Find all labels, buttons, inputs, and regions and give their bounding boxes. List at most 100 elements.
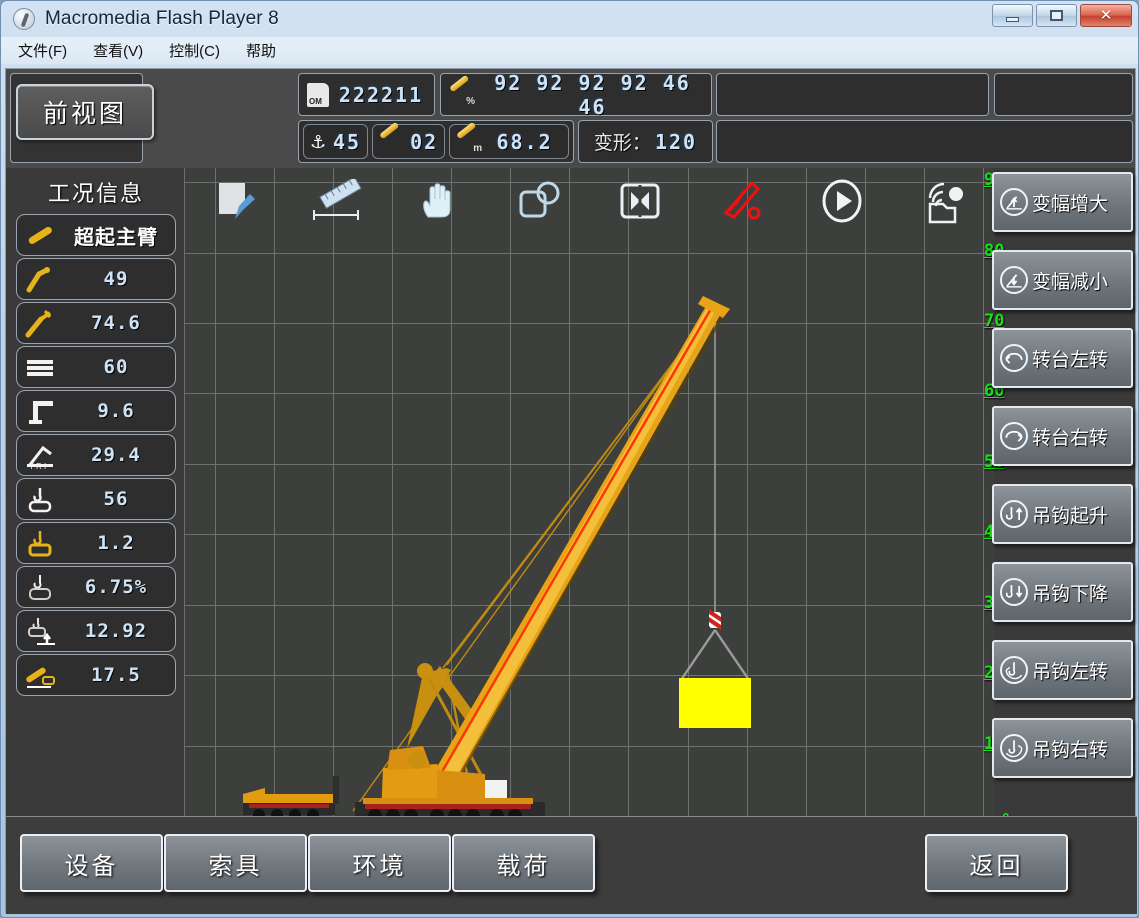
- canvas-toolbar: [185, 170, 994, 232]
- hook-right-icon: [1000, 734, 1028, 762]
- bottom-button-设备[interactable]: 设备: [20, 834, 163, 892]
- menu-item-view[interactable]: 查看(V): [90, 39, 146, 62]
- percent-values: 92 92 92 92 46 46: [482, 71, 703, 119]
- hoist-down-icon: [1002, 578, 1026, 606]
- deformation-panel: 变形： 120: [578, 120, 713, 163]
- sidebar-item-9[interactable]: 12.92: [16, 610, 176, 652]
- hook-icon: ⚓: [310, 131, 328, 153]
- menu-item-file[interactable]: 文件(F): [15, 39, 70, 62]
- simulation-canvas[interactable]: [184, 168, 994, 816]
- radius-icon: [23, 660, 57, 690]
- sidebar-item-6[interactable]: 56: [16, 478, 176, 520]
- sidebar-item-10[interactable]: 17.5: [16, 654, 176, 696]
- bottom-button-bar: 设备 索具 环境载荷 返回: [6, 816, 1137, 914]
- control-button-label: 转台右转: [1032, 423, 1108, 450]
- hook-block-icon: [23, 528, 57, 558]
- main-area: 工况信息 超起主臂 49 74.6 609.6 T R I 29.4 56 1.2 6.75% 1…: [6, 168, 1137, 816]
- sidebar-item-value: 49: [63, 268, 169, 290]
- boom-icon: [23, 220, 57, 250]
- control-button-label: 变幅增大: [1032, 189, 1108, 216]
- menu-item-help[interactable]: 帮助: [243, 39, 279, 62]
- deformation-label: 变形：: [594, 128, 651, 155]
- sidebar-item-3[interactable]: 60: [16, 346, 176, 388]
- front-view-button[interactable]: 前视图: [16, 84, 154, 140]
- jib-icon: [23, 308, 57, 338]
- lift-height-icon: [23, 616, 57, 646]
- sidebar-item-value: 74.6: [63, 312, 169, 334]
- boom-readout-panel: ⚓ 45 02 m 68.2: [298, 120, 574, 163]
- front-view-label: 前视图: [43, 94, 127, 130]
- hook-load-icon: [23, 484, 57, 514]
- ruler-icon: [306, 179, 368, 223]
- hoist-up-icon: [1002, 500, 1026, 528]
- fit-screen-tool[interactable]: [589, 180, 690, 222]
- control-button-吊钩左转[interactable]: 吊钩左转: [992, 640, 1133, 700]
- sidebar-title: 工况信息: [16, 174, 176, 214]
- wireless-icon: [920, 178, 966, 224]
- maximize-icon[interactable]: [1036, 4, 1077, 27]
- crane-drawing: [185, 168, 994, 816]
- sidebar-item-value: 17.5: [63, 664, 169, 686]
- luffing-down-icon: [1002, 266, 1026, 294]
- application-root: 前视图 工况模拟 222211 % 92 92 92 92 46 46: [5, 68, 1136, 913]
- sidebar-item-value: 29.4: [63, 444, 169, 466]
- slew-right-icon: [1000, 422, 1028, 450]
- control-button-转台右转[interactable]: 转台右转: [992, 406, 1133, 466]
- select-tool[interactable]: [488, 180, 589, 222]
- bottom-button-载荷[interactable]: 载荷: [452, 834, 595, 892]
- sidebar-item-2[interactable]: 74.6: [16, 302, 176, 344]
- control-button-吊钩起升[interactable]: 吊钩起升: [992, 484, 1133, 544]
- sidebar-item-value: 6.75%: [63, 576, 169, 598]
- bottom-button-索具[interactable]: 索具: [164, 834, 307, 892]
- sidebar-item-4[interactable]: 9.6: [16, 390, 176, 432]
- control-button-变幅增大[interactable]: 变幅增大: [992, 172, 1133, 232]
- jib-icon: [23, 308, 57, 338]
- pan-tool[interactable]: [387, 179, 488, 223]
- top-readout-bar: 前视图 工况模拟 222211 % 92 92 92 92 46 46: [6, 69, 1135, 168]
- slew-left-icon: [1000, 344, 1028, 372]
- condition-info-sidebar: 工况信息 超起主臂 49 74.6 609.6 T R I 29.4 56 1.2 6.75% 1…: [16, 174, 176, 698]
- hoist-up-icon: [1000, 500, 1028, 528]
- sidebar-item-value: 56: [63, 488, 169, 510]
- luffing-up-icon: [1000, 188, 1028, 216]
- document-icon: [307, 83, 329, 107]
- load-ratio-icon: [23, 572, 57, 602]
- measure-tool[interactable]: [286, 179, 387, 223]
- length-value: 68.2: [487, 130, 562, 154]
- control-button-变幅减小[interactable]: 变幅减小: [992, 250, 1133, 310]
- sidebar-item-0[interactable]: 超起主臂: [16, 214, 176, 256]
- sidebar-item-8[interactable]: 6.75%: [16, 566, 176, 608]
- menu-bar: 文件(F) 查看(V) 控制(C) 帮助: [1, 37, 1138, 64]
- control-button-转台左转[interactable]: 转台左转: [992, 328, 1133, 388]
- menu-item-control[interactable]: 控制(C): [166, 39, 223, 62]
- sidebar-item-5[interactable]: T R I 29.4: [16, 434, 176, 476]
- mast-icon: [23, 396, 57, 426]
- mast-icon: [23, 396, 57, 426]
- annotate-tool[interactable]: [185, 179, 286, 223]
- sidebar-item-7[interactable]: 1.2: [16, 522, 176, 564]
- slew-right-icon: [1002, 422, 1026, 450]
- superlift-icon: T R I: [23, 440, 57, 470]
- bottom-button-label: 索具: [209, 846, 263, 881]
- hook-value: 45: [333, 130, 361, 154]
- broadcast-tool[interactable]: [892, 178, 993, 224]
- window-title: Macromedia Flash Player 8: [45, 8, 279, 30]
- control-button-吊钩右转[interactable]: 吊钩右转: [992, 718, 1133, 778]
- bottom-button-环境[interactable]: 环境: [308, 834, 451, 892]
- bottom-button-返回[interactable]: 返回: [925, 834, 1068, 892]
- hook-left-icon: [1002, 656, 1026, 684]
- close-icon[interactable]: ✕: [1080, 4, 1132, 27]
- control-button-label: 转台左转: [1032, 345, 1108, 372]
- minimize-icon[interactable]: [992, 4, 1033, 27]
- play-icon: [819, 178, 865, 224]
- play-button[interactable]: [791, 178, 892, 224]
- red-crane-icon: [718, 179, 764, 223]
- boom-icon: [23, 220, 57, 250]
- percent-readout-panel: % 92 92 92 92 46 46: [440, 73, 712, 116]
- control-button-吊钩下降[interactable]: 吊钩下降: [992, 562, 1133, 622]
- boom-subcell: 02: [372, 124, 445, 159]
- hoist-down-icon: [1000, 578, 1028, 606]
- sidebar-item-1[interactable]: 49: [16, 258, 176, 300]
- crane-tool[interactable]: [690, 179, 791, 223]
- flash-icon: [13, 8, 35, 30]
